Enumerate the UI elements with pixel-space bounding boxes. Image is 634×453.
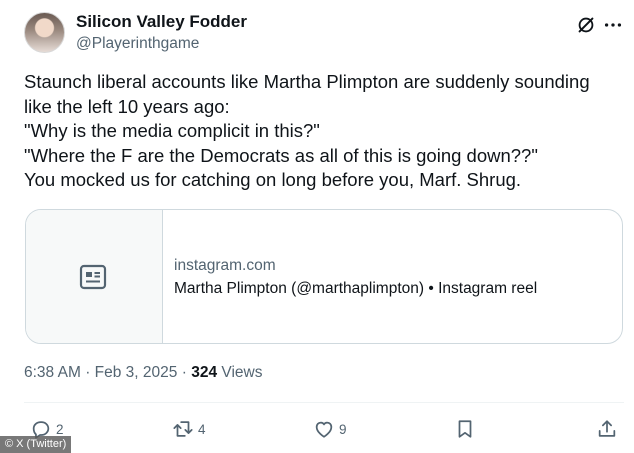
- grok-icon[interactable]: [575, 14, 597, 36]
- meta-separator: ·: [181, 364, 187, 381]
- card-domain: instagram.com: [174, 257, 276, 274]
- share-icon: [598, 420, 616, 437]
- tweet-text: Staunch liberal accounts like Martha Pli…: [24, 70, 624, 193]
- views-label: Views: [221, 364, 263, 381]
- repost-count: 4: [198, 421, 206, 437]
- tweet-date[interactable]: Feb 3, 2025: [95, 364, 178, 381]
- like-button[interactable]: 9: [313, 418, 347, 440]
- card-title: Martha Plimpton (@marthaplimpton) • Inst…: [174, 280, 538, 297]
- tweet-line: like the left 10 years ago:: [24, 95, 230, 117]
- watermark: © X (Twitter): [0, 436, 72, 453]
- meta-separator: ·: [85, 364, 91, 381]
- divider: [24, 402, 624, 403]
- tweet-time[interactable]: 6:38 AM: [24, 364, 81, 381]
- share-button[interactable]: [596, 418, 618, 440]
- tweet-meta: 6:38 AM · Feb 3, 2025 · 324 Views: [24, 364, 262, 382]
- reply-count: 2: [56, 421, 64, 437]
- author-display-name[interactable]: Silicon Valley Fodder: [76, 12, 247, 32]
- repost-button[interactable]: 4: [172, 418, 206, 440]
- repost-icon: [173, 421, 193, 437]
- avatar[interactable]: [24, 12, 65, 53]
- views-count: 324: [191, 364, 218, 381]
- tweet-line: "Why is the media complicit in this?": [24, 120, 320, 141]
- tweet-line: "Where the F are the Democrats as all of…: [24, 144, 538, 166]
- bookmark-button[interactable]: [454, 418, 476, 440]
- tweet-line: You mocked us for catching on long befor…: [24, 169, 522, 190]
- article-icon: [79, 264, 107, 290]
- author-handle[interactable]: @Playerinthgame: [76, 35, 199, 53]
- like-count: 9: [339, 421, 347, 437]
- card-thumbnail: [26, 210, 163, 343]
- link-preview-card[interactable]: instagram.com Martha Plimpton (@marthapl…: [25, 209, 623, 344]
- more-icon[interactable]: [602, 14, 624, 36]
- tweet-line: Staunch liberal accounts like Martha Pli…: [24, 71, 590, 92]
- bookmark-icon: [458, 420, 472, 438]
- like-icon: [315, 421, 333, 438]
